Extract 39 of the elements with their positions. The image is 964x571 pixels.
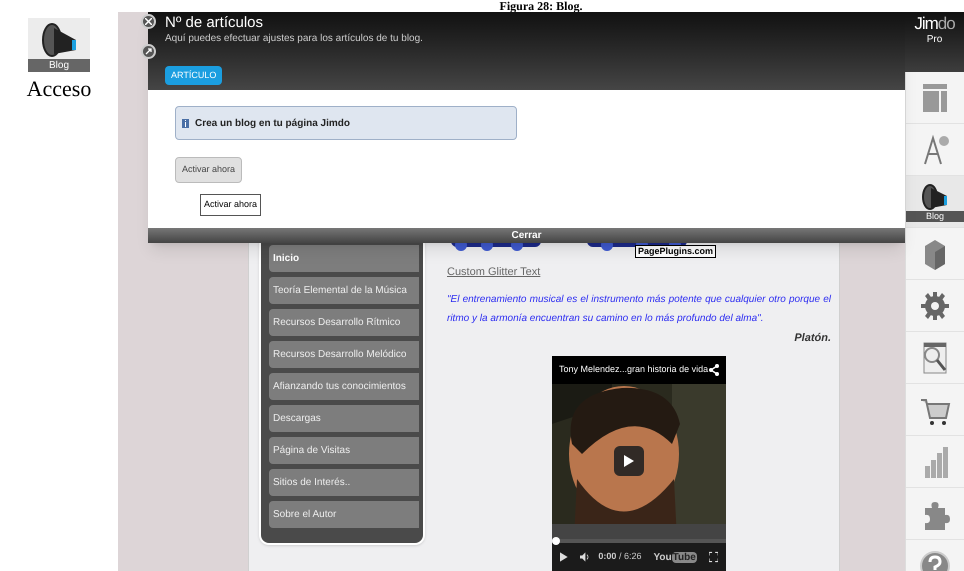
detach-icon[interactable]: [141, 44, 156, 59]
nav-item[interactable]: Teoría Elemental de la Música: [269, 277, 419, 304]
nav-item[interactable]: Descargas: [269, 405, 419, 432]
share-icon[interactable]: [709, 364, 719, 376]
panel-subtitle: Aquí puedes efectuar ajustes para los artículos de tu blog.: [165, 32, 424, 45]
info-icon: [182, 118, 189, 128]
tooltip: Activar ahora: [200, 194, 262, 216]
blog-icon: Blog: [28, 18, 90, 72]
nav-item[interactable]: Recursos Desarrollo Rítmico: [269, 309, 419, 336]
fullscreen-icon[interactable]: [708, 551, 718, 563]
figure-caption: Figura 28: Blog.: [500, 0, 582, 12]
video-time: 0:00 / 6:26: [598, 550, 642, 564]
toolbar-item[interactable]: Blog: [906, 176, 964, 228]
jimdo-logo: Jimdo: [914, 14, 955, 34]
close-bar[interactable]: Cerrar: [148, 228, 905, 243]
quote-author: Platón.: [794, 330, 831, 346]
video-title: Tony Melendez...gran historia de vida: [559, 363, 708, 376]
play-icon[interactable]: [560, 551, 568, 563]
nav-item[interactable]: Recursos Desarrollo Melódico: [269, 341, 419, 368]
nav-item[interactable]: Sitios de Interés..: [269, 469, 419, 496]
nav-item[interactable]: Inicio: [269, 245, 419, 272]
youtube-logo[interactable]: YouTube: [653, 550, 697, 564]
close-icon[interactable]: [141, 14, 156, 29]
nav-item[interactable]: Página de Visitas: [269, 437, 419, 464]
access-label: Acceso: [26, 76, 92, 102]
activate-button[interactable]: Activar ahora: [175, 157, 242, 183]
plugin-badge[interactable]: PagePlugins.com: [635, 245, 716, 258]
notice-text: Crea un blog en tu página Jimdo: [195, 116, 350, 130]
panel-title: Nº de artículos: [165, 14, 264, 32]
progress-bar[interactable]: [552, 539, 726, 543]
play-icon: [624, 455, 634, 467]
glitter-text-link[interactable]: Custom Glitter Text: [447, 264, 831, 280]
quote-text: "El entrenamiento musical es el instrumento más potente que cualquier otro porque el ritmo y la armonía encuentran su camino en lo más profundo del alma".: [447, 292, 831, 326]
volume-icon[interactable]: [580, 551, 590, 563]
nav-item[interactable]: Sobre el Autor: [269, 501, 419, 528]
panel-tab[interactable]: ARTÍCULO: [165, 66, 222, 85]
play-button[interactable]: [614, 446, 644, 476]
nav-item[interactable]: Afianzando tus conocimientos: [269, 373, 419, 400]
plan-label: Pro: [926, 34, 942, 46]
